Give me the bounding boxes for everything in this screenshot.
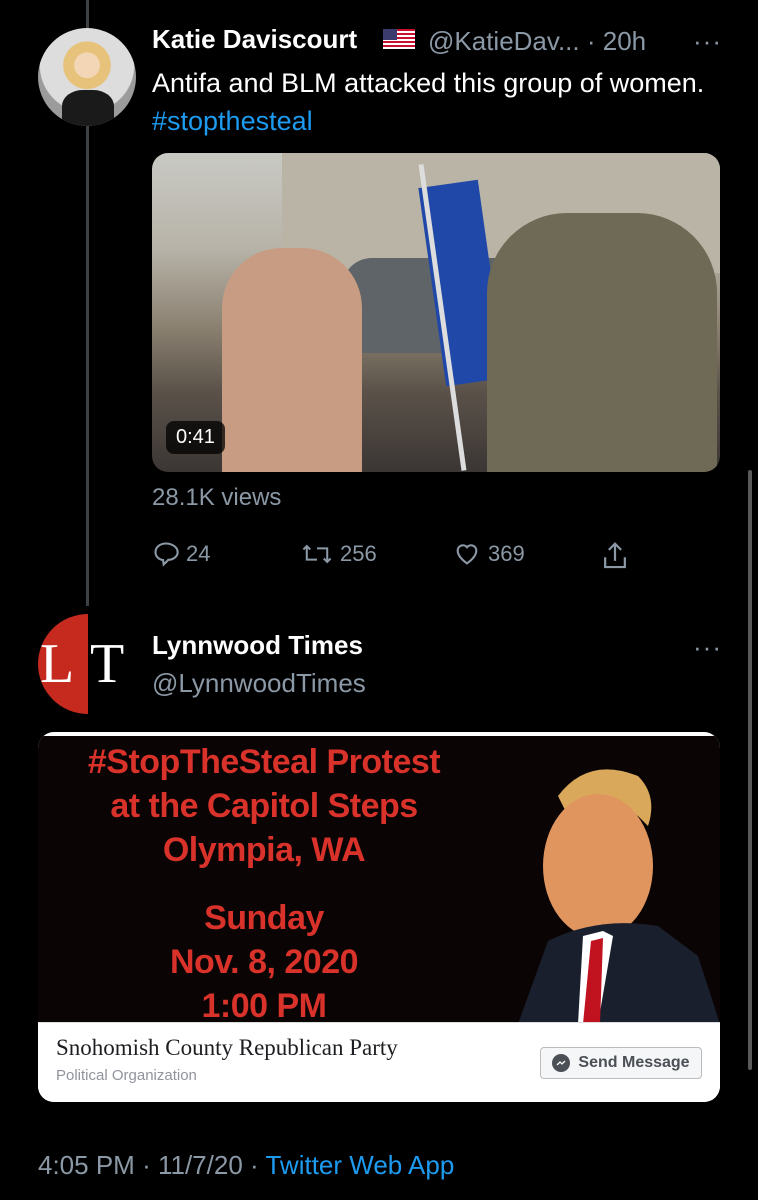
author-handle[interactable]: @KatieDav... · 20h [428, 26, 646, 57]
reply-count: 24 [186, 541, 211, 566]
event-poster-image: #StopTheSteal Protest at the Capitol Ste… [38, 736, 720, 1025]
poster-date: Sunday Nov. 8, 2020 1:00 PM [169, 899, 359, 1025]
retweet-button[interactable]: 256 [300, 540, 377, 568]
poster-title: #StopTheSteal Protest at the Capitol Ste… [87, 743, 441, 869]
source-link[interactable]: Twitter Web App [265, 1150, 454, 1180]
view-count: 28.1K views [152, 484, 282, 511]
like-button[interactable]: 369 [452, 540, 525, 568]
tweet-time: · 20h [586, 26, 647, 56]
tweet-text: Antifa and BLM attacked this group of wo… [152, 68, 705, 136]
hashtag-link[interactable]: #stopthesteal [152, 106, 313, 136]
retweet-icon [302, 544, 332, 564]
avatar[interactable] [38, 28, 136, 126]
author-handle[interactable]: @LynnwoodTimes [152, 668, 366, 699]
organization-name[interactable]: Snohomish County Republican Party [56, 1035, 398, 1061]
portrait-image [488, 756, 720, 1024]
tweet-time: 4:05 PM [38, 1150, 135, 1180]
scrollbar[interactable] [748, 470, 752, 1070]
link-card[interactable]: #StopTheSteal Protest at the Capitol Ste… [38, 732, 720, 1102]
share-icon [604, 542, 626, 569]
tweet-metadata: 4:05 PM · 11/7/20 · Twitter Web App [38, 1150, 455, 1180]
reply-icon [154, 542, 179, 567]
video-duration: 0:41 [166, 421, 225, 454]
card-footer: Snohomish County Republican Party Politi… [38, 1022, 720, 1102]
avatar[interactable]: L T [38, 614, 138, 714]
messenger-icon [552, 1054, 571, 1072]
tweet-date: 11/7/20 [157, 1150, 243, 1180]
send-message-label: Send Message [578, 1054, 690, 1071]
more-options-icon[interactable]: ··· [693, 632, 722, 663]
avatar-letter-l: L [40, 633, 75, 695]
like-count: 369 [488, 541, 525, 566]
organization-type: Political Organization [56, 1067, 197, 1084]
send-message-button[interactable]: Send Message [540, 1047, 702, 1079]
retweet-count: 256 [340, 541, 377, 566]
avatar-letter-t: T [90, 633, 125, 695]
author-name[interactable]: Katie Daviscourt [152, 24, 357, 55]
heart-icon [456, 544, 478, 565]
video-player[interactable]: 0:41 [152, 153, 720, 472]
more-options-icon[interactable]: ··· [693, 26, 722, 57]
us-flag-icon [383, 29, 415, 49]
share-button[interactable] [600, 540, 630, 572]
reply-button[interactable]: 24 [152, 540, 210, 568]
author-name[interactable]: Lynnwood Times [152, 630, 363, 661]
